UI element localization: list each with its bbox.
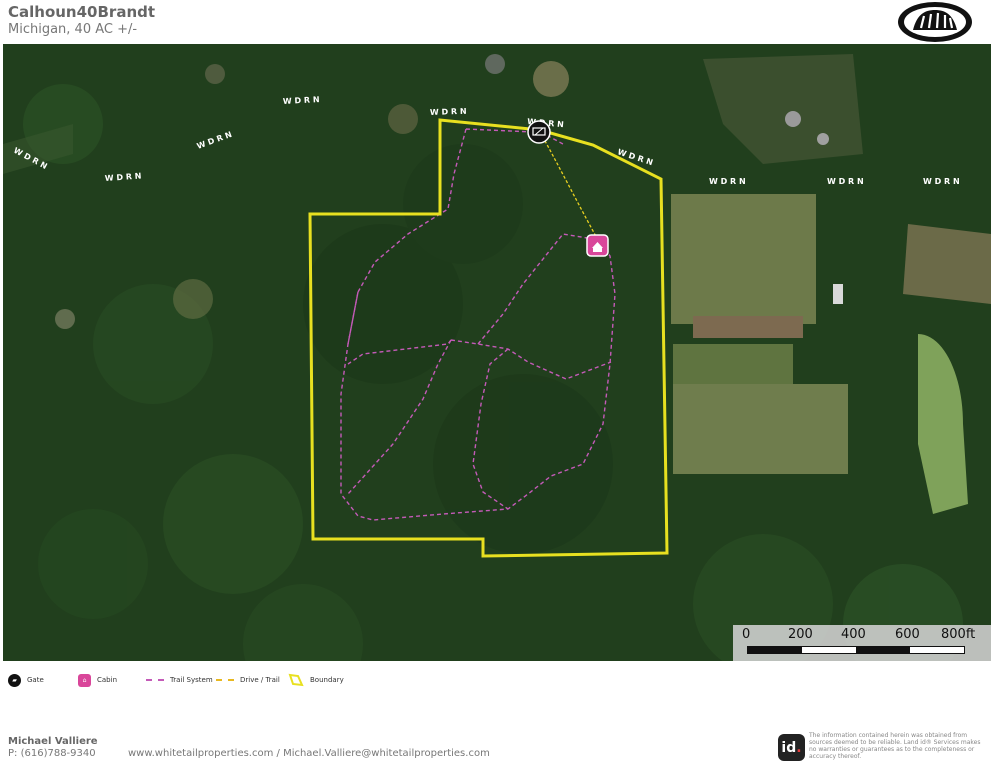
- legend-cabin-label: Cabin: [97, 676, 118, 684]
- agent-name: Michael Valliere: [8, 736, 98, 747]
- property-subtitle: Michigan, 40 AC +/-: [8, 22, 138, 37]
- road-label: W D R N: [709, 177, 746, 186]
- trail-system-swatch: [146, 679, 164, 681]
- scale-label-600: 600: [895, 627, 920, 642]
- legend-drive-trail-label: Drive / Trail: [240, 676, 280, 684]
- agent-website-email[interactable]: www.whitetailproperties.com / Michael.Va…: [128, 748, 490, 759]
- road-label: W D R N: [283, 95, 320, 106]
- road-label: W D R N: [923, 177, 960, 186]
- gate-marker-icon: [527, 120, 551, 144]
- scale-label-400: 400: [841, 627, 866, 642]
- legend-boundary-label: Boundary: [310, 676, 344, 684]
- agent-phone: P: (616)788-9340: [8, 748, 96, 759]
- landid-logo-icon: id.: [778, 734, 805, 761]
- property-title: Calhoun40Brandt: [8, 3, 156, 21]
- road-label: W D R N: [430, 107, 467, 117]
- landid-logo-text: id: [781, 739, 797, 756]
- legend-gate: ▰ Gate: [8, 672, 44, 688]
- boundary-icon: [288, 673, 304, 687]
- legend-trail-system-label: Trail System: [170, 676, 213, 684]
- legend-drive-trail: Drive / Trail: [216, 672, 280, 688]
- legend-boundary: Boundary: [288, 672, 344, 688]
- legend: ▰ Gate ⌂ Cabin Trail System Drive / Trai…: [0, 672, 993, 692]
- scale-label-800ft: 800ft: [941, 627, 976, 642]
- aerial-map[interactable]: W D R N W D R N W D R N W D R N W D R N …: [3, 44, 991, 661]
- legend-trail-system: Trail System: [146, 672, 213, 688]
- road-label: W D R N: [827, 177, 864, 186]
- cabin-marker-icon: [586, 234, 609, 257]
- header: Calhoun40Brandt Michigan, 40 AC +/-: [0, 0, 993, 44]
- scale-bar: 0 200 400 600 800ft: [733, 625, 991, 661]
- legend-cabin: ⌂ Cabin: [78, 672, 117, 688]
- disclaimer-text: The information contained herein was obt…: [809, 732, 981, 760]
- map-canvas: W D R N W D R N W D R N W D R N W D R N …: [3, 44, 991, 661]
- gate-icon: ▰: [8, 673, 21, 687]
- scale-label-200: 200: [788, 627, 813, 642]
- scale-bar-graphic: [747, 646, 965, 654]
- cabin-icon: ⌂: [78, 673, 91, 687]
- legend-gate-label: Gate: [27, 676, 44, 684]
- brand-logo-icon: [898, 2, 972, 42]
- drive-trail-swatch: [216, 679, 234, 681]
- scale-label-0: 0: [742, 627, 751, 642]
